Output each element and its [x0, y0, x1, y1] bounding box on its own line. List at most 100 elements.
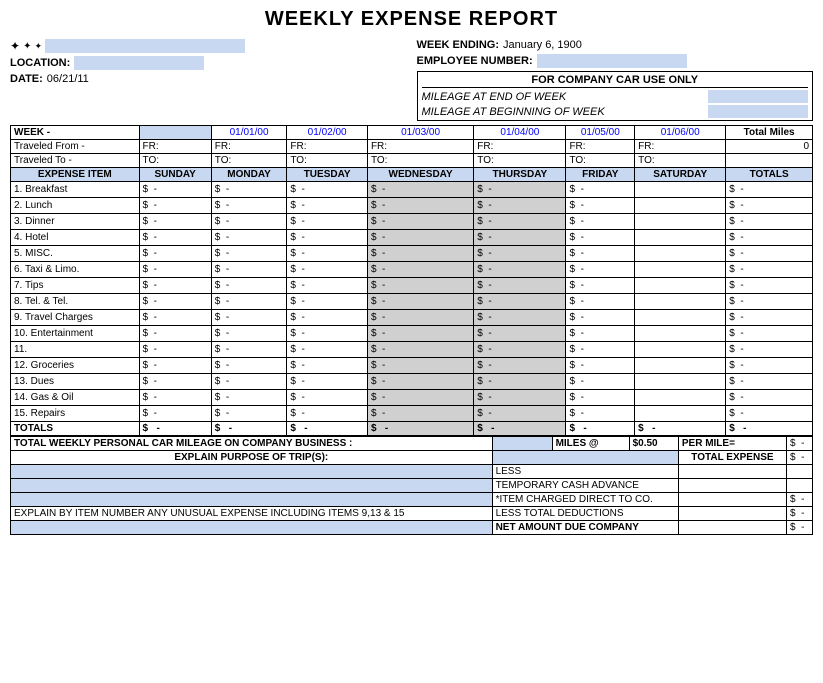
- explain-input2[interactable]: [11, 479, 493, 493]
- expense-day-0-row-14[interactable]: $ -: [139, 406, 211, 422]
- expense-total-row-9[interactable]: $ -: [726, 326, 813, 342]
- expense-day-2-row-1[interactable]: $ -: [287, 198, 368, 214]
- expense-day-1-row-12[interactable]: $ -: [211, 374, 287, 390]
- expense-day-3-row-4[interactable]: $ -: [367, 246, 473, 262]
- expense-day-3-row-5[interactable]: $ -: [367, 262, 473, 278]
- expense-day-1-row-2[interactable]: $ -: [211, 214, 287, 230]
- expense-day-4-row-9[interactable]: $ -: [474, 326, 566, 342]
- expense-day-4-row-5[interactable]: $ -: [474, 262, 566, 278]
- expense-day-1-row-6[interactable]: $ -: [211, 278, 287, 294]
- expense-day-0-row-11[interactable]: $ -: [139, 358, 211, 374]
- expense-day-4-row-10[interactable]: $ -: [474, 342, 566, 358]
- expense-day-6-row-14[interactable]: [635, 406, 726, 422]
- expense-total-row-13[interactable]: $ -: [726, 390, 813, 406]
- expense-day-2-row-14[interactable]: $ -: [287, 406, 368, 422]
- expense-day-5-row-3[interactable]: $ -: [566, 230, 635, 246]
- expense-day-1-row-11[interactable]: $ -: [211, 358, 287, 374]
- expense-day-1-row-14[interactable]: $ -: [211, 406, 287, 422]
- expense-day-0-row-7[interactable]: $ -: [139, 294, 211, 310]
- expense-day-3-row-7[interactable]: $ -: [367, 294, 473, 310]
- expense-day-3-row-14[interactable]: $ -: [367, 406, 473, 422]
- expense-day-5-row-8[interactable]: $ -: [566, 310, 635, 326]
- expense-day-4-row-0[interactable]: $ -: [474, 182, 566, 198]
- expense-total-row-11[interactable]: $ -: [726, 358, 813, 374]
- explain-input3[interactable]: [11, 493, 493, 507]
- location-input[interactable]: [74, 56, 204, 70]
- expense-day-3-row-2[interactable]: $ -: [367, 214, 473, 230]
- expense-day-5-row-0[interactable]: $ -: [566, 182, 635, 198]
- expense-day-3-row-0[interactable]: $ -: [367, 182, 473, 198]
- expense-day-0-row-12[interactable]: $ -: [139, 374, 211, 390]
- expense-day-4-row-1[interactable]: $ -: [474, 198, 566, 214]
- expense-day-2-row-7[interactable]: $ -: [287, 294, 368, 310]
- expense-day-3-row-1[interactable]: $ -: [367, 198, 473, 214]
- expense-total-row-7[interactable]: $ -: [726, 294, 813, 310]
- expense-day-5-row-13[interactable]: $ -: [566, 390, 635, 406]
- expense-day-5-row-11[interactable]: $ -: [566, 358, 635, 374]
- expense-day-1-row-10[interactable]: $ -: [211, 342, 287, 358]
- week-day0-input[interactable]: [139, 126, 211, 140]
- expense-day-1-row-7[interactable]: $ -: [211, 294, 287, 310]
- expense-day-1-row-9[interactable]: $ -: [211, 326, 287, 342]
- expense-day-6-row-10[interactable]: [635, 342, 726, 358]
- expense-day-1-row-4[interactable]: $ -: [211, 246, 287, 262]
- expense-day-6-row-12[interactable]: [635, 374, 726, 390]
- expense-day-6-row-4[interactable]: [635, 246, 726, 262]
- expense-day-3-row-13[interactable]: $ -: [367, 390, 473, 406]
- expense-total-row-0[interactable]: $ -: [726, 182, 813, 198]
- expense-day-2-row-12[interactable]: $ -: [287, 374, 368, 390]
- expense-day-0-row-2[interactable]: $ -: [139, 214, 211, 230]
- mileage-input[interactable]: [492, 437, 552, 451]
- expense-day-5-row-2[interactable]: $ -: [566, 214, 635, 230]
- expense-day-0-row-8[interactable]: $ -: [139, 310, 211, 326]
- name-input[interactable]: [45, 39, 245, 53]
- expense-total-row-2[interactable]: $ -: [726, 214, 813, 230]
- expense-day-0-row-4[interactable]: $ -: [139, 246, 211, 262]
- expense-day-1-row-0[interactable]: $ -: [211, 182, 287, 198]
- expense-day-0-row-5[interactable]: $ -: [139, 262, 211, 278]
- explain-purpose-input[interactable]: [492, 451, 678, 465]
- expense-day-3-row-8[interactable]: $ -: [367, 310, 473, 326]
- expense-day-4-row-3[interactable]: $ -: [474, 230, 566, 246]
- expense-day-6-row-11[interactable]: [635, 358, 726, 374]
- expense-day-0-row-6[interactable]: $ -: [139, 278, 211, 294]
- expense-day-2-row-0[interactable]: $ -: [287, 182, 368, 198]
- expense-day-6-row-3[interactable]: [635, 230, 726, 246]
- expense-day-1-row-3[interactable]: $ -: [211, 230, 287, 246]
- expense-day-6-row-5[interactable]: [635, 262, 726, 278]
- expense-day-2-row-13[interactable]: $ -: [287, 390, 368, 406]
- expense-day-2-row-5[interactable]: $ -: [287, 262, 368, 278]
- expense-day-4-row-11[interactable]: $ -: [474, 358, 566, 374]
- expense-day-5-row-12[interactable]: $ -: [566, 374, 635, 390]
- expense-day-6-row-0[interactable]: [635, 182, 726, 198]
- expense-day-5-row-9[interactable]: $ -: [566, 326, 635, 342]
- expense-day-6-row-2[interactable]: [635, 214, 726, 230]
- expense-day-4-row-13[interactable]: $ -: [474, 390, 566, 406]
- mileage-end-input[interactable]: [708, 90, 808, 103]
- expense-day-4-row-6[interactable]: $ -: [474, 278, 566, 294]
- expense-day-3-row-6[interactable]: $ -: [367, 278, 473, 294]
- expense-day-5-row-5[interactable]: $ -: [566, 262, 635, 278]
- expense-day-2-row-3[interactable]: $ -: [287, 230, 368, 246]
- expense-day-6-row-6[interactable]: [635, 278, 726, 294]
- employee-number-input[interactable]: [537, 54, 687, 68]
- expense-day-3-row-9[interactable]: $ -: [367, 326, 473, 342]
- expense-day-1-row-8[interactable]: $ -: [211, 310, 287, 326]
- expense-total-row-14[interactable]: $ -: [726, 406, 813, 422]
- expense-day-4-row-8[interactable]: $ -: [474, 310, 566, 326]
- expense-day-5-row-4[interactable]: $ -: [566, 246, 635, 262]
- expense-day-2-row-2[interactable]: $ -: [287, 214, 368, 230]
- expense-day-5-row-14[interactable]: $ -: [566, 406, 635, 422]
- net-amount-input[interactable]: [11, 521, 493, 535]
- expense-day-4-row-7[interactable]: $ -: [474, 294, 566, 310]
- expense-day-2-row-9[interactable]: $ -: [287, 326, 368, 342]
- expense-day-2-row-8[interactable]: $ -: [287, 310, 368, 326]
- expense-day-3-row-10[interactable]: $ -: [367, 342, 473, 358]
- expense-day-1-row-13[interactable]: $ -: [211, 390, 287, 406]
- expense-day-1-row-5[interactable]: $ -: [211, 262, 287, 278]
- expense-day-1-row-1[interactable]: $ -: [211, 198, 287, 214]
- expense-day-5-row-10[interactable]: $ -: [566, 342, 635, 358]
- expense-day-4-row-14[interactable]: $ -: [474, 406, 566, 422]
- expense-day-2-row-11[interactable]: $ -: [287, 358, 368, 374]
- expense-day-5-row-7[interactable]: $ -: [566, 294, 635, 310]
